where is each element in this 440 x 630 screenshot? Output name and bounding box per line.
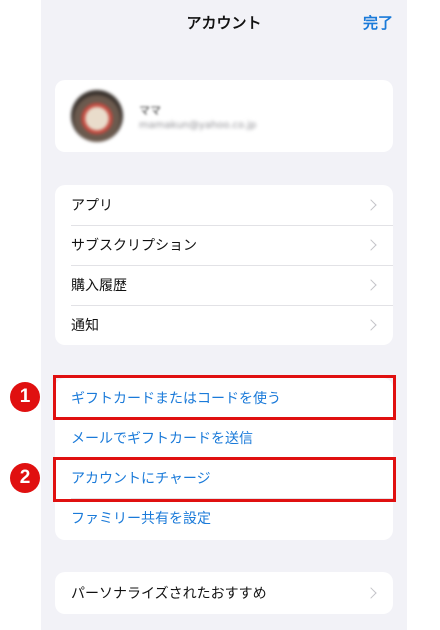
avatar [71,90,123,142]
menu-item-notifications[interactable]: 通知 [55,305,393,345]
menu-item-label: パーソナライズされたおすすめ [71,586,267,602]
menu-item-purchase-history[interactable]: 購入履歴 [55,265,393,305]
chevron-right-icon [365,199,377,211]
menu-item-label: 通知 [71,318,99,334]
gift-links-card: ギフトカードまたはコードを使う メールでギフトカードを送信 アカウントにチャージ… [55,378,393,540]
profile-card[interactable]: ママ mamakun@yahoo.co.jp [55,80,393,152]
account-menu: アプリ サブスクリプション 購入履歴 通知 [55,185,393,345]
profile-email: mamakun@yahoo.co.jp [139,120,257,131]
done-button[interactable]: 完了 [363,12,393,33]
add-funds-link[interactable]: アカウントにチャージ [55,458,393,498]
personalized-recommendations-item[interactable]: パーソナライズされたおすすめ [55,572,393,614]
profile-name: ママ [139,104,161,117]
family-sharing-link[interactable]: ファミリー共有を設定 [55,498,393,538]
page-title: アカウント [186,14,262,32]
menu-item-label: 購入履歴 [71,278,127,294]
menu-item-label: サブスクリプション [71,238,197,254]
chevron-right-icon [365,239,377,251]
step-marker-2: 2 [10,463,40,493]
menu-item-label: アプリ [71,198,113,214]
chevron-right-icon [365,279,377,291]
chevron-right-icon [365,319,377,331]
menu-item-subscriptions[interactable]: サブスクリプション [55,225,393,265]
step-marker-1: 1 [10,382,40,412]
account-sheet: アカウント 完了 ママ mamakun@yahoo.co.jp アプリ サブスク… [41,0,407,630]
redeem-gift-card-link[interactable]: ギフトカードまたはコードを使う [55,378,393,418]
send-gift-card-link[interactable]: メールでギフトカードを送信 [55,418,393,458]
personalization-card: パーソナライズされたおすすめ [55,572,393,614]
chevron-right-icon [365,587,377,599]
menu-item-apps[interactable]: アプリ [55,185,393,225]
